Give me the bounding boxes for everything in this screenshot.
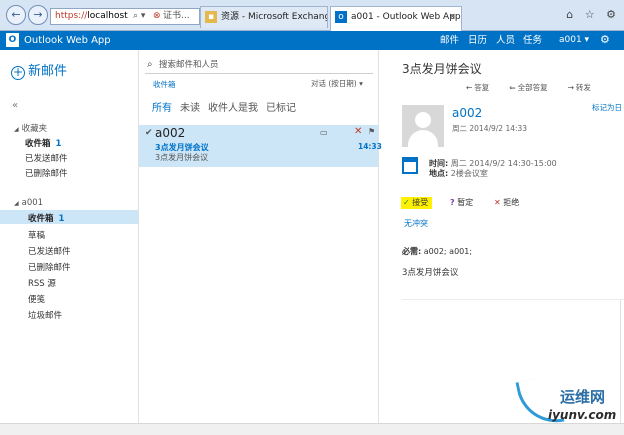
fav-deleted[interactable]: 已删除邮件 [25,167,68,179]
person-body-icon [408,130,438,147]
fav-inbox[interactable]: 收件箱 1 [25,137,61,149]
browser-toolbar-icons[interactable]: ⌂ ☆ ⚙ [566,8,620,21]
list-item[interactable]: ✔ a002 3点发月饼会议 3点发月饼会议 ▭ ✕ ⚑ 14:33 [139,125,382,167]
question-icon: ? [450,198,455,207]
fav-sent[interactable]: 已发送邮件 [25,152,68,164]
decline-button[interactable]: ✕ 拒绝 [494,197,519,209]
address-protocol: https:// [55,11,88,21]
collapse-icon[interactable]: « [12,100,18,111]
message-actions: ← 答复 ⇐ 全部答复 → 转发 [466,82,611,93]
search-icon: ⌕ [147,59,153,70]
nav-mail[interactable]: 邮件 [440,34,459,47]
address-bar[interactable]: https://localhost ⌕ ▾ ⊗ 证书... [50,8,200,25]
check-icon: ✓ [403,198,410,207]
reply-button[interactable]: ← 答复 [466,83,499,92]
search-input[interactable]: ⌕ 搜索邮件和人员 [145,58,373,74]
nav-calendar[interactable]: 日历 [468,34,487,47]
folder-rss[interactable]: RSS 源 [28,277,56,289]
check-icon[interactable]: ✔ [145,128,153,138]
avatar [402,105,444,147]
plus-icon: + [11,65,25,80]
message-sender: a002 [155,126,186,140]
calendar-icon [402,157,418,174]
conflict-status[interactable]: 无冲突 [404,218,428,229]
tab-label: 资源 - Microsoft Exchange [221,12,328,22]
folder-inbox[interactable]: 收件箱 1 [28,212,64,224]
message-title: 3点发月饼会议 [402,62,482,76]
address-host: localhost [87,11,128,21]
close-icon: ✕ [494,198,501,207]
cert-label[interactable]: 证书... [163,9,190,24]
outlook-icon: o [335,11,347,23]
owa-header: O Outlook Web App 邮件 日历 人员 任务 a001 ▾ ⚙ [0,31,624,50]
exchange-icon: ▪ [205,11,217,23]
filter-to-me[interactable]: 收件人是我 [208,103,258,114]
mark-calendar-link[interactable]: 标记为日 [592,102,622,113]
tentative-button[interactable]: ? 暂定 [450,197,473,209]
outlook-logo: O [6,33,19,47]
watermark-en: iyunv.com [548,408,617,422]
required-attendees: 必需: a002; a001; [402,247,473,256]
selected-folder-highlight [0,210,138,224]
watermark: 运维网 iyunv.com [515,374,624,430]
forward-button[interactable]: → 转发 [568,83,601,92]
nav-people[interactable]: 人员 [496,34,515,47]
filter-all[interactable]: 所有 [152,103,172,114]
message-body: 3点发月饼会议 [402,268,459,278]
folder-deleted[interactable]: 已删除邮件 [28,261,71,273]
message-preview: 3点发月饼会议 [155,153,209,162]
sent-date: 周二 2014/9/2 14:33 [452,124,528,133]
sort-dropdown[interactable]: 对话 (按日期) ▾ [311,78,363,89]
folder-sent[interactable]: 已发送邮件 [28,245,71,257]
tab-outlook-web-app[interactable]: o a001 - Outlook Web App × [330,6,462,31]
collapse-triangle-icon: ◢ [14,126,19,133]
calendar-icon: ▭ [320,128,328,137]
favorites-header[interactable]: ◢ 收藏夹 [14,122,47,134]
browser-chrome: ← → https://localhost ⌕ ▾ ⊗ 证书... ▪ 资源 -… [0,0,624,31]
filter-bar: 所有 未读 收件人是我 已标记 [152,99,304,114]
tab-label: a001 - Outlook Web App [351,12,461,22]
folder-junk[interactable]: 垃圾邮件 [28,309,62,321]
folder-pane: + 新邮件 « ◢ 收藏夹 收件箱 1 已发送邮件 已删除邮件 ◢ a001 收件箱 1 … [0,50,139,435]
forward-icon: → [567,83,574,92]
folder-drafts[interactable]: 草稿 [28,229,45,241]
gear-icon[interactable]: ⚙ [600,33,610,46]
new-mail-button[interactable]: + 新邮件 [11,60,67,80]
reply-icon: ← [466,83,473,92]
new-mail-label: 新邮件 [28,64,68,79]
user-menu[interactable]: a001 ▾ [559,34,589,47]
app-title: Outlook Web App [24,35,111,46]
unread-count: 1 [55,139,62,149]
account-header[interactable]: ◢ a001 [14,198,43,208]
tab-exchange-resources[interactable]: ▪ 资源 - Microsoft Exchange [200,6,328,28]
meeting-location: 地点: 2楼会议室 [429,169,488,178]
sender-name[interactable]: a002 [452,106,482,120]
forward-button[interactable]: → [28,5,48,25]
flag-icon[interactable]: ⚑ [368,127,375,136]
message-list-pane: ⌕ 搜索邮件和人员 收件箱 对话 (按日期) ▾ 所有 未读 收件人是我 已标记 ✔ … [139,50,382,435]
delete-icon[interactable]: ✕ [354,126,362,137]
nav-tasks[interactable]: 任务 [523,34,542,47]
message-time: 14:33 [358,142,382,151]
folder-notes[interactable]: 便笺 [28,293,45,305]
unread-count: 1 [58,214,65,224]
close-tab-icon[interactable]: × [448,7,456,27]
watermark-cn: 运维网 [560,388,606,406]
filter-flagged[interactable]: 已标记 [266,103,296,114]
current-folder-label: 收件箱 [153,80,176,89]
search-placeholder: 搜索邮件和人员 [159,60,219,70]
person-head-icon [415,112,431,128]
collapse-triangle-icon: ◢ [14,200,19,207]
accept-button[interactable]: ✓ 接受 [401,197,433,209]
back-button[interactable]: ← [6,5,26,25]
cert-error-icon[interactable]: ⊗ [153,9,161,24]
divider [402,299,624,300]
search-icon[interactable]: ⌕ ▾ [133,9,145,24]
filter-unread[interactable]: 未读 [180,103,200,114]
reply-all-button[interactable]: ⇐ 全部答复 [509,83,557,92]
reply-all-icon: ⇐ [509,83,516,92]
